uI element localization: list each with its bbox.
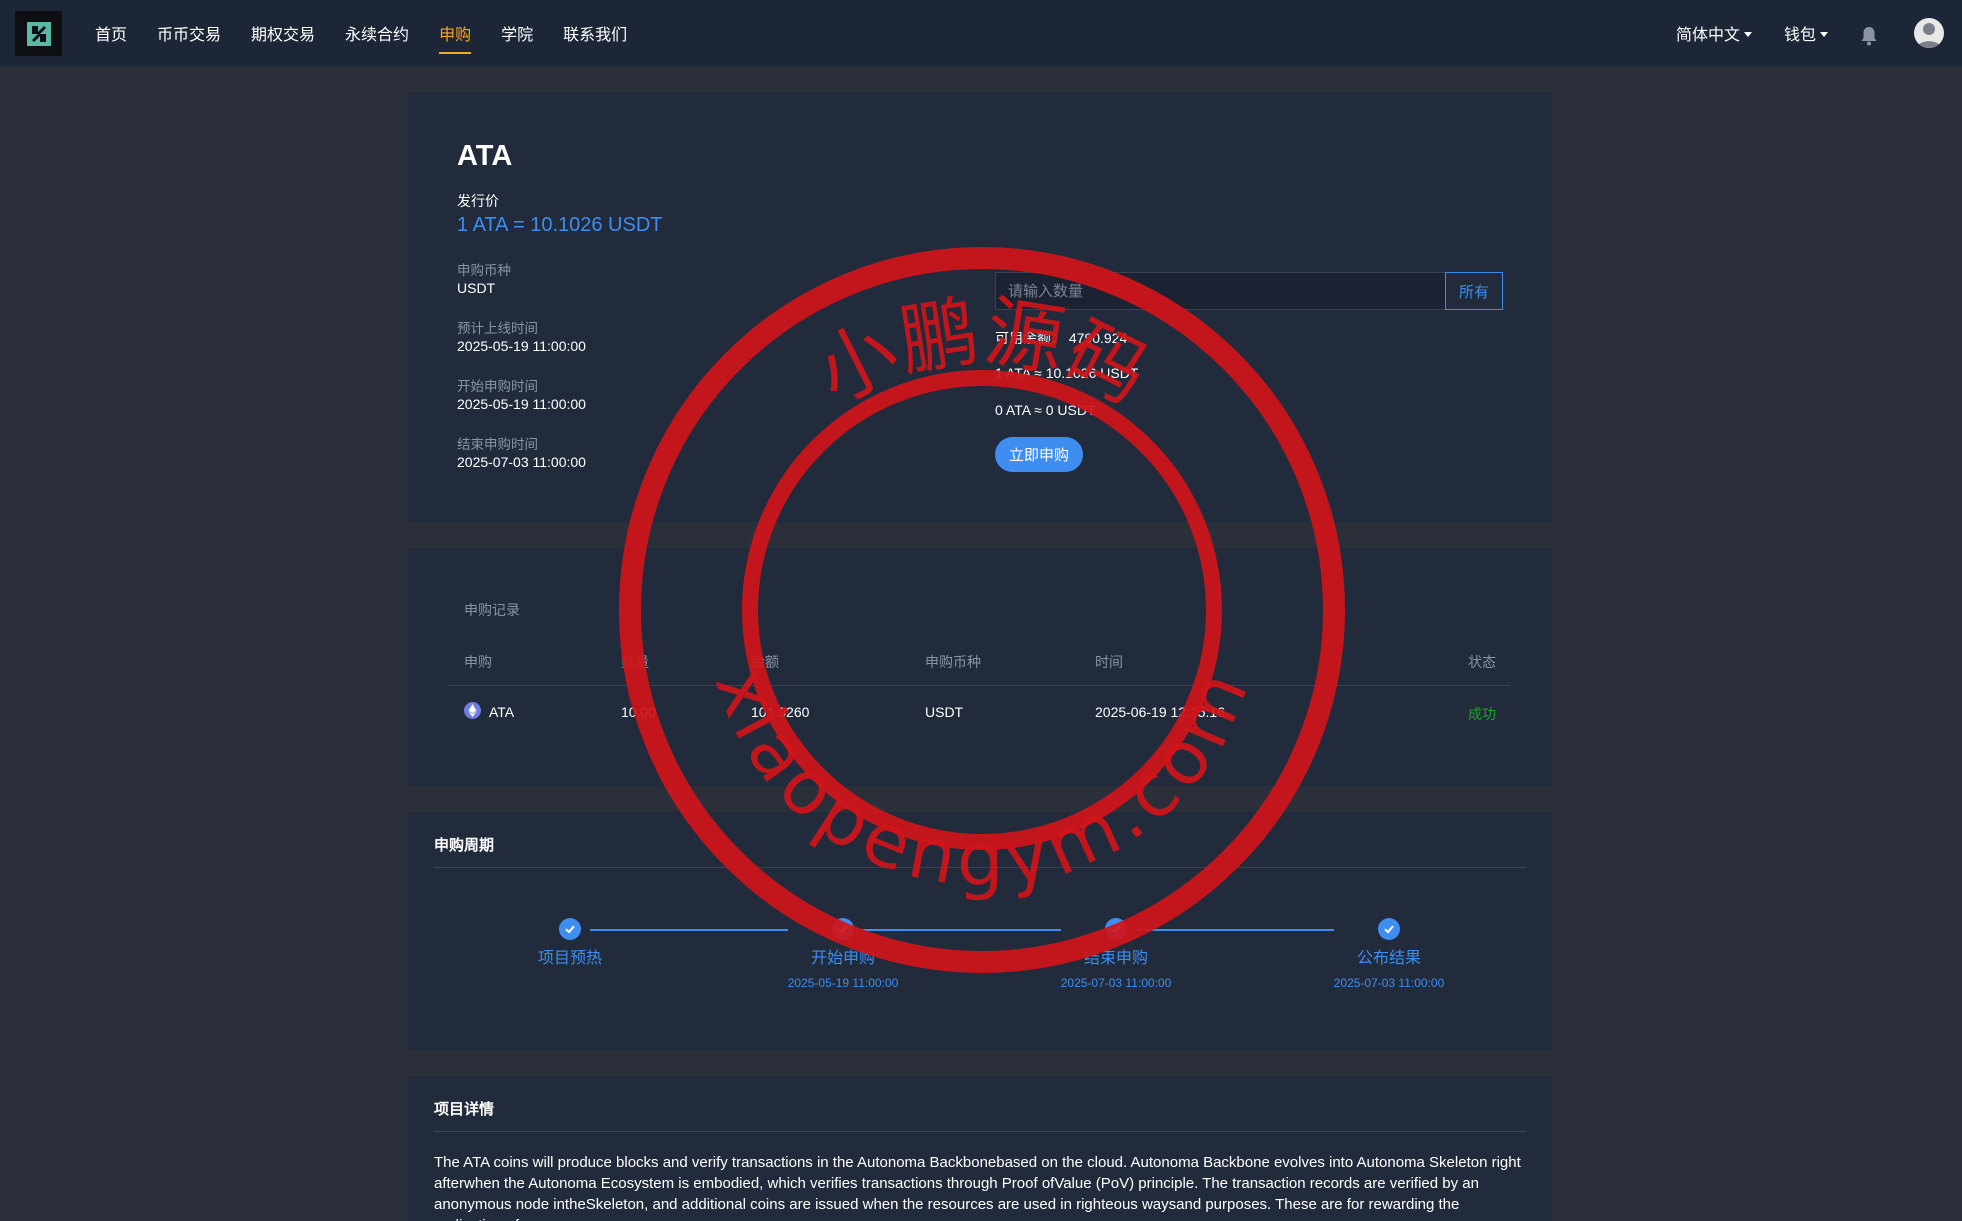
step-date: 2025-07-03 11:00:00 (1060, 976, 1172, 990)
top-navbar: 首页 币币交易 期权交易 永续合约 申购 学院 联系我们 简体中文 钱包 (0, 0, 1962, 66)
chevron-down-icon (1820, 31, 1828, 37)
field-value-listing-time: 2025-05-19 11:00:00 (457, 338, 586, 354)
subscription-records-panel: 申购记录 申购 数量 金额 申购币种 时间 状态 ATA 10.00 101.0… (408, 548, 1552, 786)
user-avatar[interactable] (1914, 18, 1944, 48)
nav-perpetual-contract[interactable]: 永续合约 (330, 0, 424, 66)
records-title: 申购记录 (464, 602, 520, 618)
wallet-label: 钱包 (1783, 27, 1816, 44)
check-icon (1105, 918, 1127, 940)
step-name: 项目预热 (537, 950, 602, 967)
subscribe-now-button[interactable]: 立即申购 (995, 437, 1083, 472)
field-label-start-time: 开始申购时间 (457, 379, 538, 394)
row-coin: ATA (489, 704, 515, 720)
row-time: 2025-06-19 12:15:16 (1095, 704, 1225, 720)
section-divider (434, 1131, 1526, 1132)
nav-right: 简体中文 钱包 (1676, 0, 1944, 66)
nav-options-trading[interactable]: 期权交易 (236, 0, 330, 66)
step-preheat: 项目预热 (470, 918, 670, 976)
quantity-field (995, 272, 1446, 310)
column-header-coin: 申购 (464, 654, 492, 670)
ethereum-icon (464, 702, 481, 719)
step-announce: 公布结果 2025-07-03 11:00:00 (1289, 918, 1489, 990)
coin-title: ATA (457, 140, 513, 172)
project-info-panel: ATA 发行价 1 ATA = 10.1026 USDT 申购币种 USDT 预… (408, 92, 1552, 522)
field-label-listing-time: 预计上线时间 (457, 321, 538, 336)
available-balance: 可用余额： 4790.924 (995, 330, 1128, 346)
logo-icon (26, 21, 51, 46)
table-divider (448, 685, 1510, 686)
field-value-end-time: 2025-07-03 11:00:00 (457, 454, 586, 470)
step-start: 开始申购 2025-05-19 11:00:00 (743, 918, 943, 990)
user-icon (1917, 23, 1941, 48)
main-nav: 首页 币币交易 期权交易 永续合约 申购 学院 联系我们 (80, 0, 642, 66)
step-name: 开始申购 (810, 950, 875, 967)
column-header-amount: 金额 (751, 654, 779, 670)
quantity-input[interactable] (996, 273, 1445, 309)
field-value-start-time: 2025-05-19 11:00:00 (457, 396, 586, 412)
row-quantity: 10.00 (621, 704, 657, 720)
language-dropdown[interactable]: 简体中文 (1676, 21, 1752, 45)
issue-price-label: 发行价 (457, 193, 499, 209)
nav-academy[interactable]: 学院 (486, 0, 548, 66)
nav-subscription[interactable]: 申购 (424, 0, 486, 66)
chevron-down-icon (1743, 31, 1752, 37)
section-divider (434, 867, 1526, 868)
check-icon (559, 918, 581, 940)
issue-price-value: 1 ATA = 10.1026 USDT (457, 214, 663, 236)
field-label-end-time: 结束申购时间 (457, 437, 538, 452)
row-status: 成功 (1468, 706, 1496, 722)
subscription-cycle-panel: 申购周期 项目预热 开始申购 2025-05-19 11:00:00 结束申购 … (408, 812, 1552, 1050)
details-text: The ATA coins will produce blocks and ve… (434, 1154, 1521, 1221)
field-label-currency: 申购币种 (457, 263, 511, 278)
step-date: 2025-07-03 11:00:00 (1333, 976, 1445, 990)
nav-home[interactable]: 首页 (80, 0, 142, 66)
column-header-quantity: 数量 (621, 654, 649, 670)
row-currency: USDT (925, 704, 964, 720)
details-title: 项目详情 (434, 1101, 495, 1118)
check-icon (1378, 918, 1400, 940)
field-value-currency: USDT (457, 280, 496, 296)
bell-icon[interactable] (1860, 26, 1878, 46)
step-end: 结束申购 2025-07-03 11:00:00 (1016, 918, 1216, 990)
row-amount: 101.0260 (751, 704, 810, 720)
wallet-dropdown[interactable]: 钱包 (1784, 21, 1828, 45)
estimate-amount: 0 ATA ≈ 0 USDT (995, 402, 1096, 418)
nav-spot-trading[interactable]: 币币交易 (142, 0, 236, 66)
cycle-title: 申购周期 (434, 837, 495, 854)
column-header-status: 状态 (1468, 654, 1496, 670)
column-header-time: 时间 (1095, 654, 1123, 670)
all-button[interactable]: 所有 (1445, 272, 1503, 310)
step-name: 公布结果 (1356, 950, 1421, 967)
language-label: 简体中文 (1675, 27, 1740, 44)
exchange-rate: 1 ATA ≈ 10.1026 USDT (995, 365, 1139, 381)
nav-contact-us[interactable]: 联系我们 (548, 0, 642, 66)
step-date: 2025-05-19 11:00:00 (787, 976, 899, 990)
project-details-panel: 项目详情 The ATA coins will produce blocks a… (408, 1076, 1552, 1221)
column-header-currency: 申购币种 (925, 654, 981, 670)
site-logo[interactable] (15, 11, 62, 56)
step-name: 结束申购 (1083, 950, 1148, 967)
check-icon (832, 918, 854, 940)
